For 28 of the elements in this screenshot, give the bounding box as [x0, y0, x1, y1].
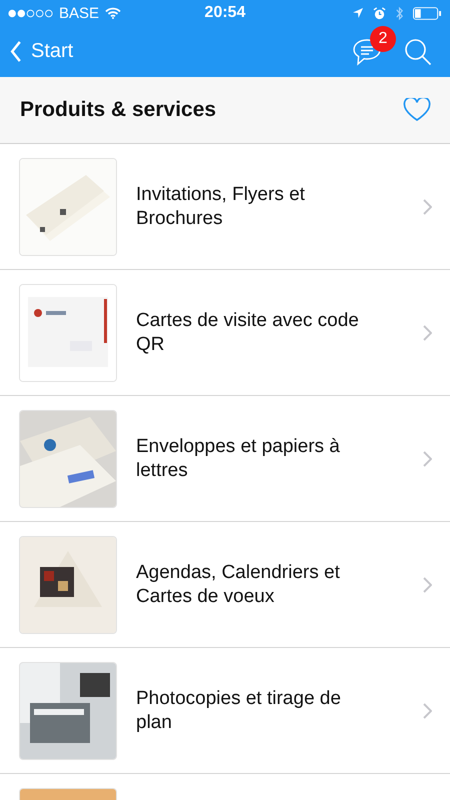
- bluetooth-icon: [395, 6, 404, 20]
- alarm-icon: [373, 6, 386, 20]
- notification-badge: 2: [370, 26, 396, 52]
- clock-time: 20:54: [204, 4, 246, 22]
- battery-icon: [413, 6, 442, 20]
- list-item[interactable]: Agendas, Calendriers et Cartes de voeux: [0, 522, 450, 648]
- list-item[interactable]: Photocopies et tirage de plan: [0, 648, 450, 774]
- heart-icon[interactable]: [403, 98, 431, 122]
- back-chevron-icon: [10, 41, 22, 62]
- list-item[interactable]: Enveloppes et papiers à lettres: [0, 396, 450, 522]
- signal-icon: [8, 8, 53, 18]
- item-label: Enveloppes et papiers à lettres: [136, 434, 341, 482]
- chevron-icon: [423, 450, 432, 466]
- item-label: Invitations, Flyers et Brochures: [136, 182, 306, 230]
- wifi-icon: [105, 7, 122, 19]
- location-icon: [352, 7, 364, 19]
- chevron-icon: [423, 324, 432, 340]
- item-label: Photocopies et tirage de plan: [136, 686, 342, 734]
- chevron-icon: [423, 198, 432, 214]
- item-label: Cartes de visite avec code QR: [136, 308, 360, 356]
- list-item[interactable]: Cartes de visite avec code QR: [0, 270, 450, 396]
- carrier-name: BASE: [59, 4, 100, 22]
- chevron-icon: [423, 702, 432, 718]
- chevron-icon: [423, 576, 432, 592]
- section-title: Produits & services: [20, 98, 216, 122]
- search-icon[interactable]: [404, 38, 432, 66]
- item-label: Agendas, Calendriers et Cartes de voeux: [136, 560, 341, 608]
- list-item[interactable]: Invitations, Flyers et Brochures: [0, 144, 450, 270]
